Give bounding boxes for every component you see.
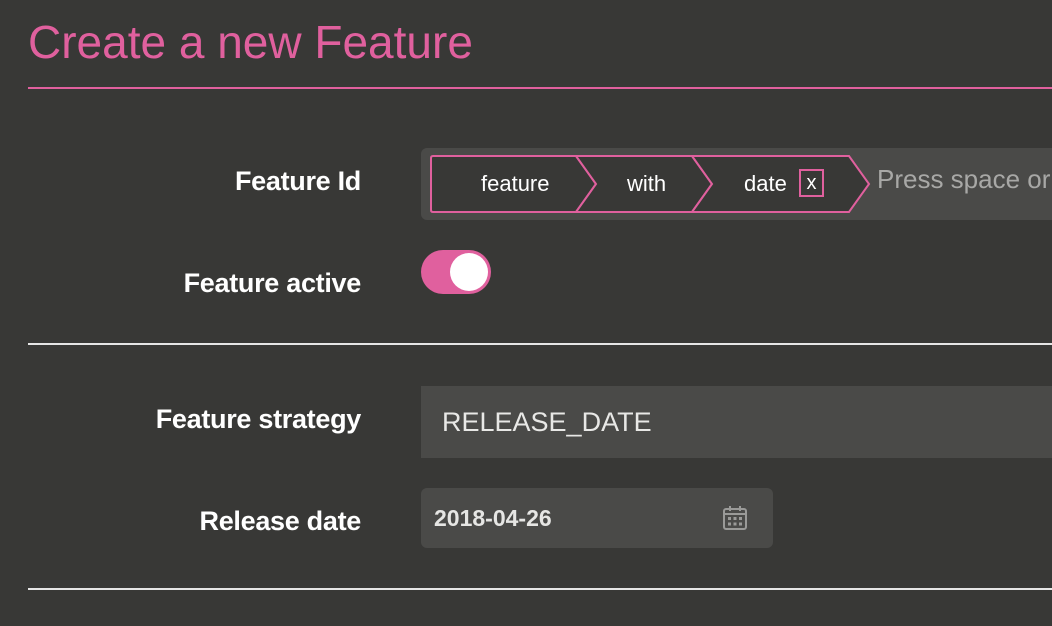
feature-active-label: Feature active [183, 268, 362, 298]
feature-active-toggle[interactable] [421, 250, 491, 294]
tag-remove-button[interactable]: x [799, 169, 824, 197]
release-date-value: 2018-04-26 [434, 505, 552, 531]
section-divider [28, 343, 1052, 345]
feature-strategy-label: Feature strategy [155, 404, 362, 434]
title-divider [28, 87, 1052, 89]
feature-strategy-field[interactable]: RELEASE_DATE [421, 386, 1052, 458]
feature-id-label: Feature Id [234, 166, 361, 196]
toggle-knob [450, 253, 488, 291]
page-title: Create a new Feature [28, 16, 473, 68]
tag-date[interactable]: date [744, 170, 787, 198]
release-date-field[interactable]: 2018-04-26 [421, 488, 773, 548]
release-date-label: Release date [199, 506, 362, 536]
tag-feature[interactable]: feature [481, 170, 550, 198]
calendar-icon[interactable] [721, 504, 749, 532]
tag-input-placeholder[interactable]: Press space or [877, 164, 1050, 194]
tag-with[interactable]: with [627, 170, 666, 198]
section-divider [28, 588, 1052, 590]
feature-id-tag-input[interactable]: feature with date x Press space or [421, 148, 1052, 220]
